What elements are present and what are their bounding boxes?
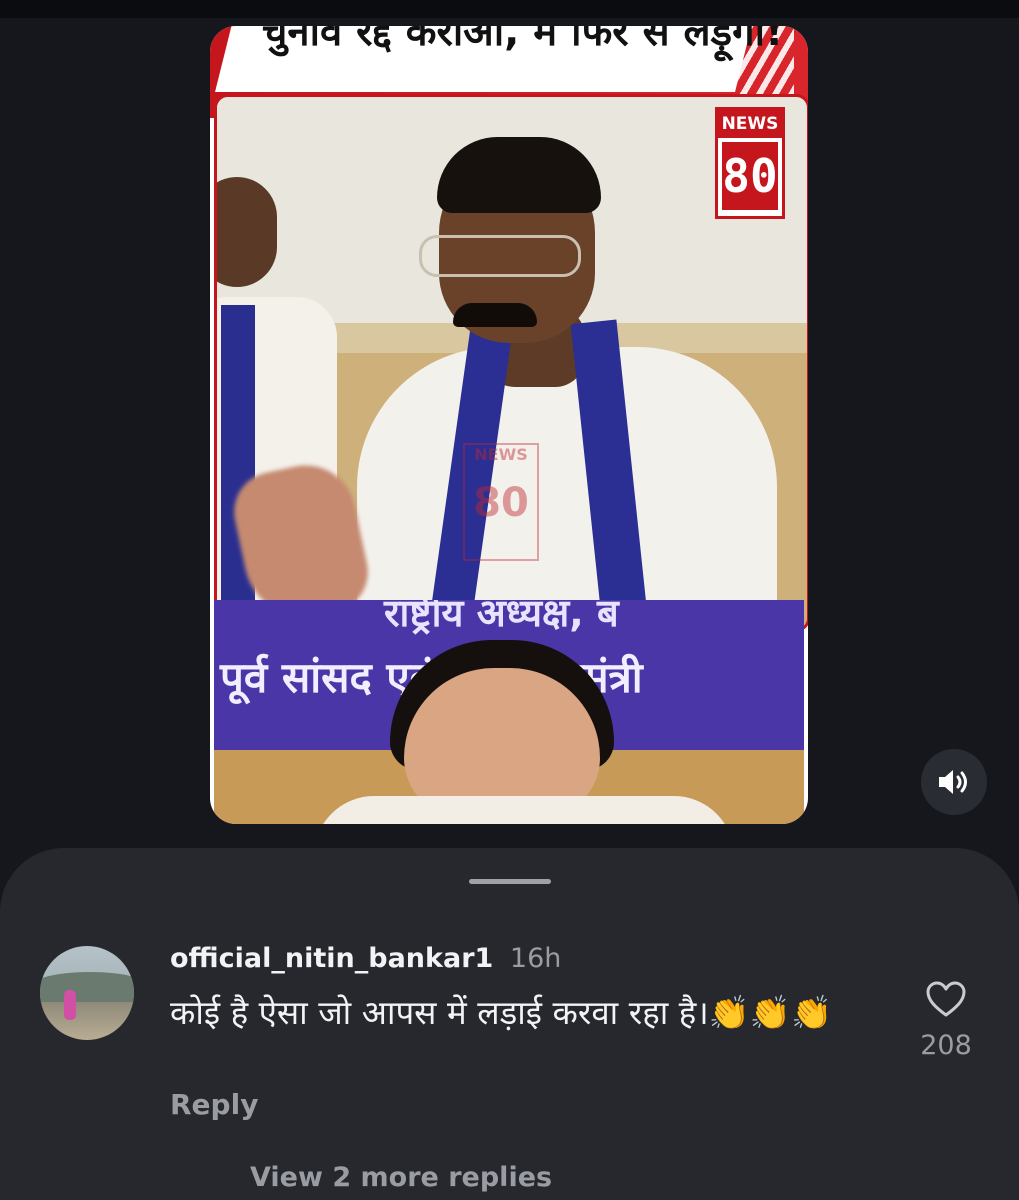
speaker-glasses	[419, 235, 581, 277]
sound-toggle-button[interactable]	[921, 749, 987, 815]
speaker-body	[357, 347, 777, 629]
woman-body	[314, 796, 734, 824]
reel-comments-screen: चुनाव रद्द कराओ, मैं फिर से लड़ूंगा! NEW…	[0, 0, 1019, 1200]
logo-top-text: NEWS	[718, 110, 782, 138]
avatar-person	[64, 990, 76, 1020]
like-count: 208	[920, 1030, 972, 1061]
speaker-hair	[437, 137, 601, 213]
news-channel-logo: NEWS 80	[715, 107, 785, 219]
reply-button[interactable]: Reply	[170, 1088, 258, 1121]
speaker-moustache	[453, 303, 537, 327]
comment-text: कोई है ऐसा जो आपस में लड़ाई करवा रहा है।…	[170, 993, 833, 1032]
heart-icon[interactable]	[925, 980, 967, 1018]
status-bar	[0, 0, 1019, 18]
comment-header: official_nitin_bankar1 16h	[170, 942, 561, 976]
backdrop-text-line1: राष्ट्रीय अध्यक्ष, ब	[384, 600, 619, 635]
avatar-hill	[40, 972, 134, 1002]
comment-time: 16h	[509, 943, 562, 974]
watermark-top: NEWS	[474, 445, 528, 464]
comment-username[interactable]: official_nitin_bankar1	[170, 943, 493, 974]
logo-number: 80	[722, 142, 778, 210]
speaker-icon	[939, 770, 967, 794]
comments-sheet: official_nitin_bankar1 16h कोई है ऐसा जो…	[0, 848, 1019, 1200]
video-frame-top: NEWS 80 NEWS 80	[214, 94, 808, 632]
side-person-head	[217, 177, 277, 287]
watermark-number: 80	[473, 480, 529, 526]
video-headline: चुनाव रद्द कराओ, मैं फिर से लड़ूंगा!	[262, 26, 784, 55]
sheet-drag-handle[interactable]	[469, 879, 551, 884]
news-watermark: NEWS 80	[463, 443, 539, 561]
video-player[interactable]: चुनाव रद्द कराओ, मैं फिर से लड़ूंगा! NEW…	[210, 26, 808, 824]
video-frame-bottom: राष्ट्रीय अध्यक्ष, ब पूर्व सांसद एवं पूर…	[214, 600, 804, 824]
avatar[interactable]	[40, 946, 134, 1040]
view-more-replies-button[interactable]: View 2 more replies	[250, 1162, 552, 1193]
